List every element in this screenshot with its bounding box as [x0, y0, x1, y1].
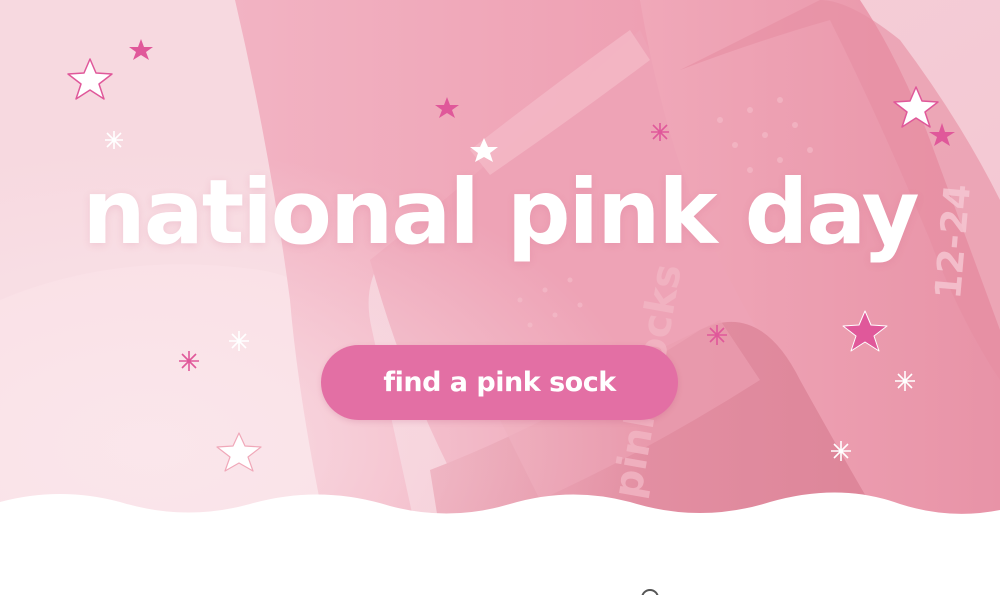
sparkle-icon	[179, 351, 199, 371]
sparkle-icon	[651, 123, 669, 141]
sparkle-icon	[707, 325, 727, 345]
star-icon	[842, 310, 888, 352]
star-icon	[216, 432, 262, 472]
sparkle-icon	[229, 331, 249, 351]
star-icon	[435, 97, 459, 118]
page-title: national pink day	[82, 160, 919, 264]
sparkle-icon	[831, 441, 851, 461]
sparkle-icon	[105, 131, 123, 149]
star-icon	[129, 39, 153, 60]
wave-divider	[0, 492, 1000, 595]
find-pink-sock-button[interactable]: find a pink sock	[321, 345, 678, 420]
loading-indicator	[641, 589, 659, 595]
sparkle-icon	[895, 371, 915, 391]
hero-banner: 12-24 pink socks national pink day find …	[0, 0, 1000, 595]
star-icon	[929, 123, 955, 146]
star-icon	[67, 58, 113, 100]
